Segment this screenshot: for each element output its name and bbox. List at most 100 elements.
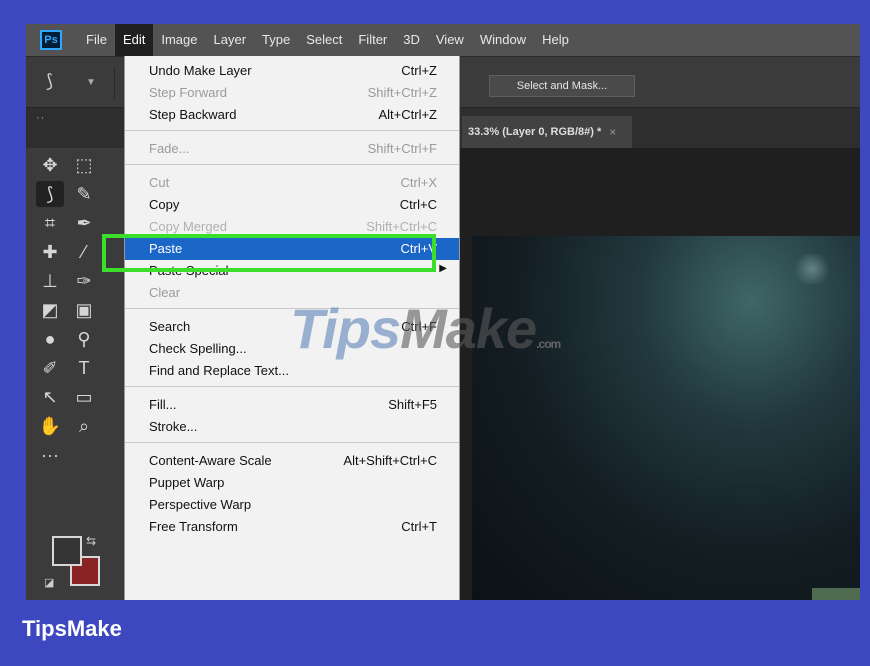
blur-tool-icon[interactable]: ●	[36, 326, 64, 352]
light-highlight	[792, 254, 832, 284]
menu-edit[interactable]: Edit	[114, 24, 154, 56]
submenu-arrow-icon: ▶	[439, 263, 447, 274]
menu-item-puppet-warp[interactable]: Puppet Warp	[125, 472, 459, 494]
swap-colors-icon[interactable]: ⇆	[86, 534, 96, 548]
menu-item-undo-make-layer[interactable]: Undo Make Layer Ctrl+Z	[125, 60, 459, 82]
menu-item-label: Stroke...	[149, 419, 198, 434]
menu-separator	[125, 442, 459, 443]
document-image	[472, 236, 860, 600]
menu-item-shortcut: Shift+F5	[388, 397, 437, 412]
menu-item-label: Cut	[149, 175, 170, 190]
menu-type[interactable]: Type	[254, 24, 298, 56]
menu-item-shortcut: Shift+Ctrl+C	[366, 219, 437, 234]
menu-item-label: Copy Merged	[149, 219, 228, 234]
menu-item-shortcut: Ctrl+X	[400, 175, 437, 190]
brush-tool-icon[interactable]: ⁄	[70, 239, 98, 265]
menu-help[interactable]: Help	[534, 24, 577, 56]
menu-item-perspective-warp[interactable]: Perspective Warp	[125, 494, 459, 516]
menu-item-label: Copy	[149, 197, 180, 212]
menu-layer[interactable]: Layer	[206, 24, 255, 56]
watermark-tail: Make	[400, 297, 537, 360]
menu-select[interactable]: Select	[298, 24, 350, 56]
document-tab-title: 33.3% (Layer 0, RGB/8#) *	[468, 126, 602, 138]
menu-item-shortcut: Shift+Ctrl+Z	[367, 85, 437, 100]
lasso-options-icon[interactable]: ⟆	[46, 71, 53, 92]
image-rock	[812, 588, 860, 600]
menu-separator	[125, 130, 459, 131]
menu-item-shortcut: Ctrl+T	[401, 519, 437, 534]
menu-3d[interactable]: 3D	[395, 24, 428, 56]
panel-collapse-icon[interactable]: ··	[36, 112, 45, 124]
stamp-tool-icon[interactable]: ⊥	[36, 268, 64, 294]
menu-separator	[125, 164, 459, 165]
select-and-mask-button[interactable]: Select and Mask...	[489, 75, 635, 97]
dodge-tool-icon[interactable]: ⚲	[70, 326, 98, 352]
crop-tool-icon[interactable]: ⌗	[36, 210, 64, 236]
hand-tool-icon[interactable]: ✋	[36, 413, 64, 439]
document-canvas[interactable]	[460, 148, 860, 600]
lasso-tool-icon[interactable]: ⟆	[36, 181, 64, 207]
menu-item-label: Fill...	[149, 397, 177, 412]
default-colors-icon[interactable]: ◪	[44, 576, 54, 589]
foreground-color-swatch[interactable]	[52, 536, 82, 566]
photoshop-logo-icon[interactable]: Ps	[40, 30, 62, 50]
menu-item-label: Check Spelling...	[149, 341, 247, 356]
paste-callout-highlight	[102, 234, 436, 272]
menu-item-label: Step Forward	[149, 85, 228, 100]
eraser-tool-icon[interactable]: ◩	[36, 297, 64, 323]
more-tools-icon[interactable]: ···	[36, 442, 64, 468]
tab-document[interactable]: 33.3% (Layer 0, RGB/8#) * ×	[462, 116, 633, 148]
chevron-down-icon[interactable]: ▼	[86, 77, 96, 88]
menu-view[interactable]: View	[428, 24, 472, 56]
type-tool-icon[interactable]: T	[70, 355, 98, 381]
close-icon[interactable]: ×	[609, 125, 616, 139]
menu-item-label: Clear	[149, 285, 181, 300]
menu-file[interactable]: File	[78, 24, 115, 56]
menu-item-content-aware-scale[interactable]: Content-Aware Scale Alt+Shift+Ctrl+C	[125, 450, 459, 472]
menu-item-copy[interactable]: Copy Ctrl+C	[125, 194, 459, 216]
menu-image[interactable]: Image	[153, 24, 205, 56]
menu-window[interactable]: Window	[472, 24, 534, 56]
watermark-logo: TipsMake.com	[290, 296, 561, 361]
menu-item-shortcut: Ctrl+C	[399, 197, 437, 212]
path-select-tool-icon[interactable]: ↖	[36, 384, 64, 410]
menu-item-label: Puppet Warp	[149, 475, 225, 490]
watermark-main: Tips	[290, 297, 401, 360]
menu-item-shortcut: Alt+Ctrl+Z	[378, 107, 437, 122]
menu-item-step-forward[interactable]: Step Forward Shift+Ctrl+Z	[125, 82, 459, 104]
menu-item-shortcut: Alt+Shift+Ctrl+C	[343, 453, 437, 468]
quick-select-tool-icon[interactable]: ✎	[70, 181, 98, 207]
menu-item-label: Step Backward	[149, 107, 237, 122]
menu-filter[interactable]: Filter	[350, 24, 395, 56]
healing-brush-tool-icon[interactable]: ✚	[36, 239, 64, 265]
menu-item-shortcut: Shift+Ctrl+F	[367, 141, 437, 156]
shape-tool-icon[interactable]: ▭	[70, 384, 98, 410]
menu-item-fade[interactable]: Fade... Shift+Ctrl+F	[125, 138, 459, 160]
tools-panel: ⇆ ◪ ✥ ⬚ ⟆ ✎ ⌗ ✒ ✚ ⁄ ⊥ ✑ ◩ ▣ ● ⚲ ✐ T ↖ ▭ ✋ ⌕ ···	[26, 148, 126, 600]
menu-item-free-transform[interactable]: Free Transform Ctrl+T	[125, 516, 459, 538]
menu-item-fill[interactable]: Fill... Shift+F5	[125, 394, 459, 416]
menu-item-label: Search	[149, 319, 191, 334]
marquee-tool-icon[interactable]: ⬚	[70, 152, 98, 178]
menu-item-shortcut: Ctrl+Z	[401, 63, 437, 78]
eyedropper-tool-icon[interactable]: ✒	[70, 210, 98, 236]
menu-item-stroke[interactable]: Stroke...	[125, 416, 459, 438]
zoom-tool-icon[interactable]: ⌕	[70, 413, 98, 439]
watermark-suffix: .com	[536, 337, 561, 351]
menu-item-label: Perspective Warp	[149, 497, 252, 512]
menu-item-label: Fade...	[149, 141, 190, 156]
menu-item-step-backward[interactable]: Step Backward Alt+Ctrl+Z	[125, 104, 459, 126]
menu-separator	[125, 386, 459, 387]
menu-item-label: Free Transform	[149, 519, 238, 534]
menu-item-cut[interactable]: Cut Ctrl+X	[125, 172, 459, 194]
history-brush-tool-icon[interactable]: ✑	[70, 268, 98, 294]
divider	[114, 67, 115, 99]
footer-brand: TipsMake	[22, 616, 122, 641]
move-tool-icon[interactable]: ✥	[36, 152, 64, 178]
gradient-tool-icon[interactable]: ▣	[70, 297, 98, 323]
pen-tool-icon[interactable]: ✐	[36, 355, 64, 381]
menu-item-label: Undo Make Layer	[149, 63, 252, 78]
menu-bar: Ps File Edit Image Layer Type Select Filter 3D V…	[26, 24, 860, 56]
menu-item-label: Find and Replace Text...	[149, 363, 289, 378]
menu-item-find-and-replace-text[interactable]: Find and Replace Text...	[125, 360, 459, 382]
